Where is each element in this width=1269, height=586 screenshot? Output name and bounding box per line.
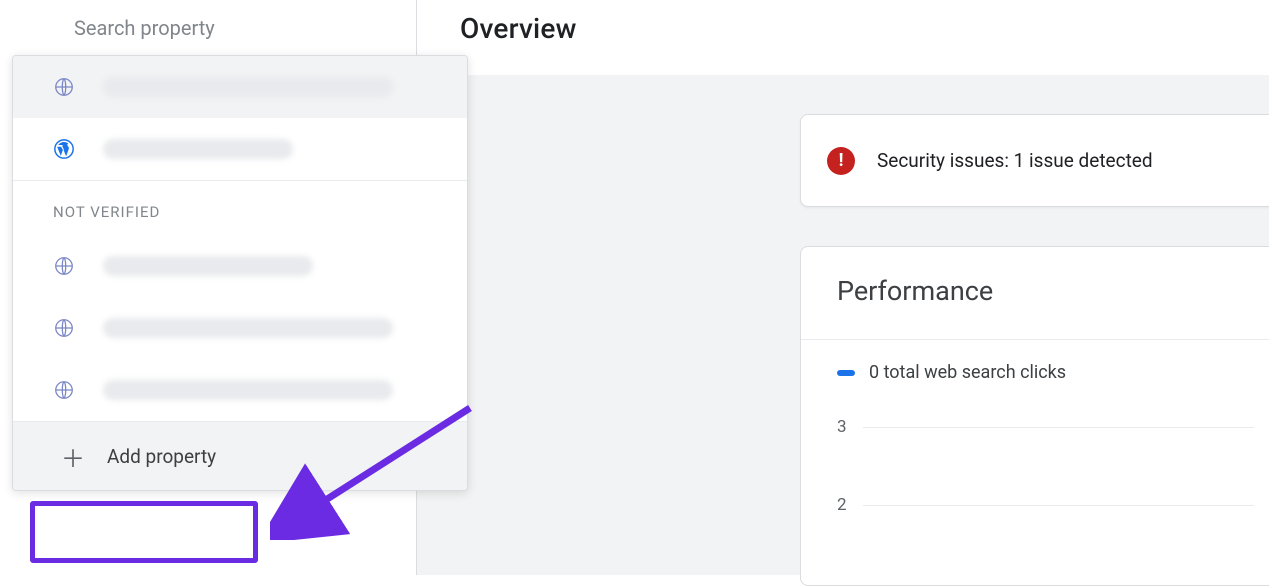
page-title: Overview <box>460 12 577 45</box>
security-alert-card[interactable]: ! Security issues: 1 issue detected <box>800 114 1269 207</box>
wordpress-icon <box>53 138 75 160</box>
property-label-redacted <box>103 318 393 338</box>
performance-title: Performance <box>837 275 1254 307</box>
property-label-redacted <box>103 77 393 97</box>
search-property-input[interactable]: Search property <box>0 0 417 55</box>
performance-legend: 0 total web search clicks <box>837 362 1254 383</box>
property-label-redacted <box>103 139 293 159</box>
globe-icon <box>53 379 75 401</box>
add-property-button[interactable]: ＋ Add property <box>13 422 467 490</box>
alert-icon: ! <box>827 147 855 175</box>
legend-swatch <box>837 370 855 376</box>
property-label-redacted <box>103 380 393 400</box>
chart-tick-row: 3 <box>837 417 1254 437</box>
plus-icon: ＋ <box>61 439 85 474</box>
globe-icon <box>53 76 75 98</box>
property-item[interactable] <box>13 118 467 180</box>
property-item[interactable] <box>13 297 467 359</box>
globe-icon <box>53 317 75 339</box>
gridline <box>863 505 1254 506</box>
not-verified-label: NOT VERIFIED <box>13 181 467 235</box>
alert-text: Security issues: 1 issue detected <box>877 149 1153 172</box>
gridline <box>863 427 1254 428</box>
performance-card[interactable]: Performance 0 total web search clicks 3 … <box>800 246 1269 586</box>
property-selector-dropdown: NOT VERIFIED ＋ Add property <box>12 55 468 491</box>
property-item[interactable] <box>13 56 467 118</box>
y-tick: 3 <box>837 417 863 437</box>
divider <box>801 339 1269 340</box>
property-item[interactable] <box>13 359 467 421</box>
chart-tick-row: 2 <box>837 495 1254 515</box>
globe-icon <box>53 255 75 277</box>
legend-text: 0 total web search clicks <box>869 362 1066 383</box>
add-property-label: Add property <box>107 445 216 468</box>
property-item[interactable] <box>13 235 467 297</box>
property-label-redacted <box>103 256 313 276</box>
y-tick: 2 <box>837 495 863 515</box>
